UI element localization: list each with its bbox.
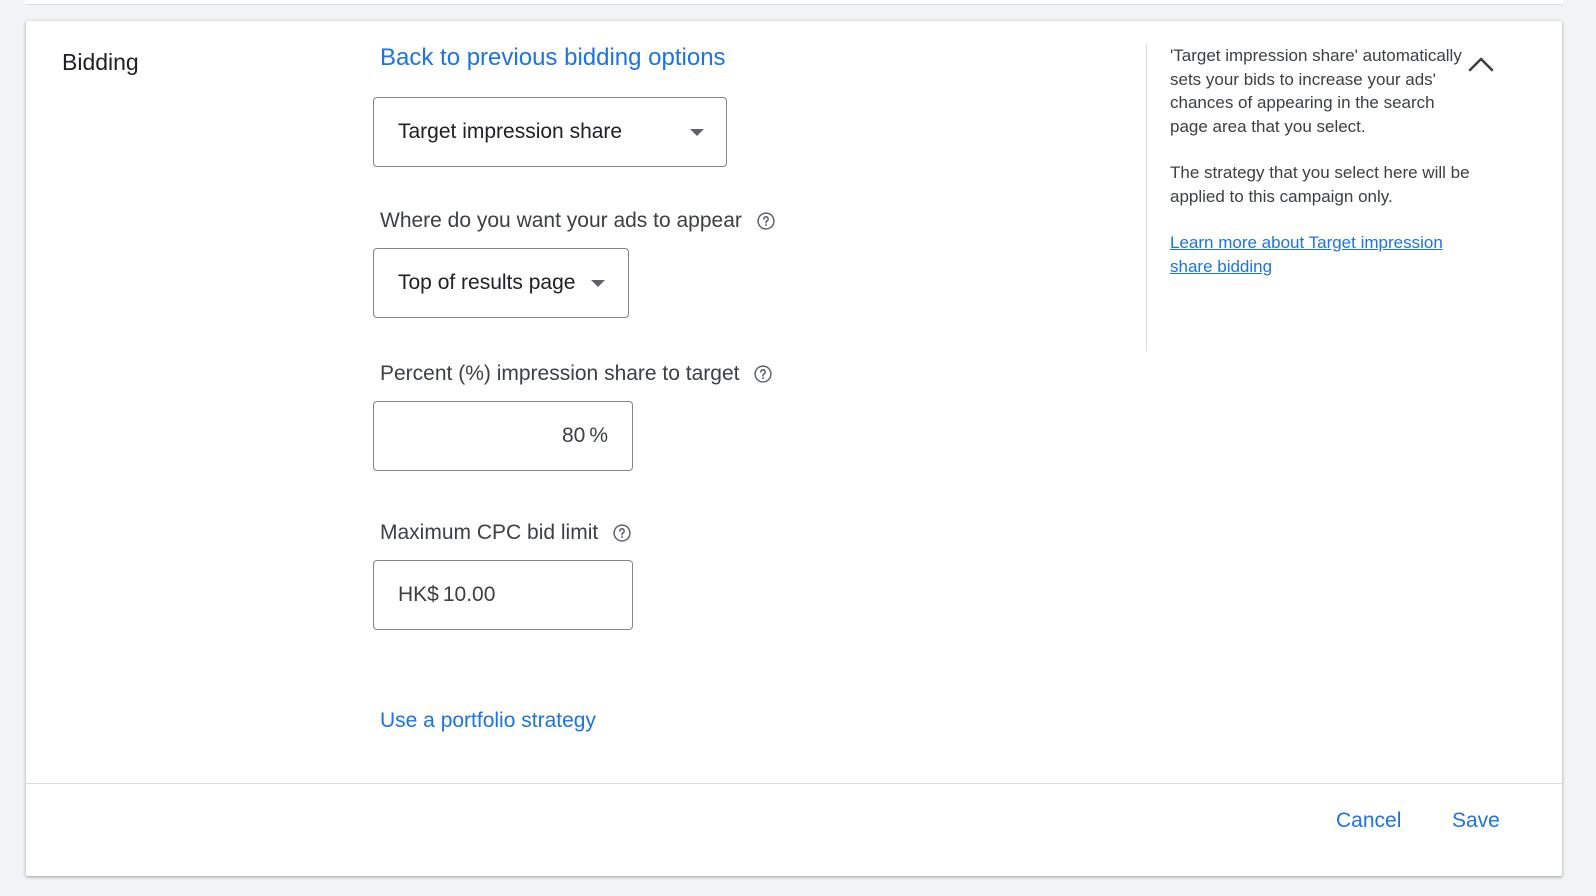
save-button[interactable]: Save (1452, 809, 1500, 833)
percent-impression-share-input[interactable]: 80 % (373, 401, 633, 471)
max-cpc-input[interactable]: HK$ 10.00 (373, 560, 633, 630)
section-title: Bidding (62, 49, 139, 75)
currency-prefix: HK$ (398, 583, 439, 606)
placement-select[interactable]: Top of results page (373, 248, 629, 318)
collapse-section-button[interactable] (1464, 47, 1498, 81)
help-paragraph-scope: The strategy that you select here will b… (1170, 163, 1470, 206)
max-cpc-label: Maximum CPC bid limit (380, 521, 599, 544)
percent-label-row: Percent (%) impression share to target (380, 362, 773, 386)
portfolio-strategy-link[interactable]: Use a portfolio strategy (380, 709, 596, 733)
help-circle-icon[interactable] (753, 364, 773, 384)
max-cpc-value: 10.00 (442, 583, 496, 606)
learn-more-link[interactable]: Learn more about Target impression share… (1170, 233, 1443, 276)
placement-label-row: Where do you want your ads to appear (380, 209, 776, 233)
bidding-strategy-value: Target impression share (398, 120, 623, 143)
help-panel-divider (1146, 44, 1147, 351)
placement-value: Top of results page (398, 271, 576, 294)
help-circle-icon[interactable] (756, 211, 776, 231)
caret-down-icon (690, 129, 704, 136)
help-panel: 'Target impression share' automatically … (1170, 44, 1470, 301)
chevron-up-icon (1468, 57, 1494, 72)
caret-down-icon (591, 280, 605, 287)
bidding-card: Bidding Back to previous bidding options… (26, 21, 1562, 876)
percent-label: Percent (%) impression share to target (380, 362, 740, 385)
help-circle-icon[interactable] (612, 523, 632, 543)
bidding-strategy-select[interactable]: Target impression share (373, 97, 727, 167)
placement-label: Where do you want your ads to appear (380, 209, 742, 232)
back-to-bidding-options-link[interactable]: Back to previous bidding options (380, 44, 726, 72)
footer-divider (26, 783, 1562, 784)
percent-value: 80 (561, 424, 586, 447)
max-cpc-label-row: Maximum CPC bid limit (380, 521, 632, 545)
percent-suffix: % (589, 424, 608, 447)
help-paragraph-description: 'Target impression share' automatically … (1170, 46, 1462, 136)
cancel-button[interactable]: Cancel (1336, 809, 1401, 833)
previous-card-edge (25, 0, 1563, 5)
